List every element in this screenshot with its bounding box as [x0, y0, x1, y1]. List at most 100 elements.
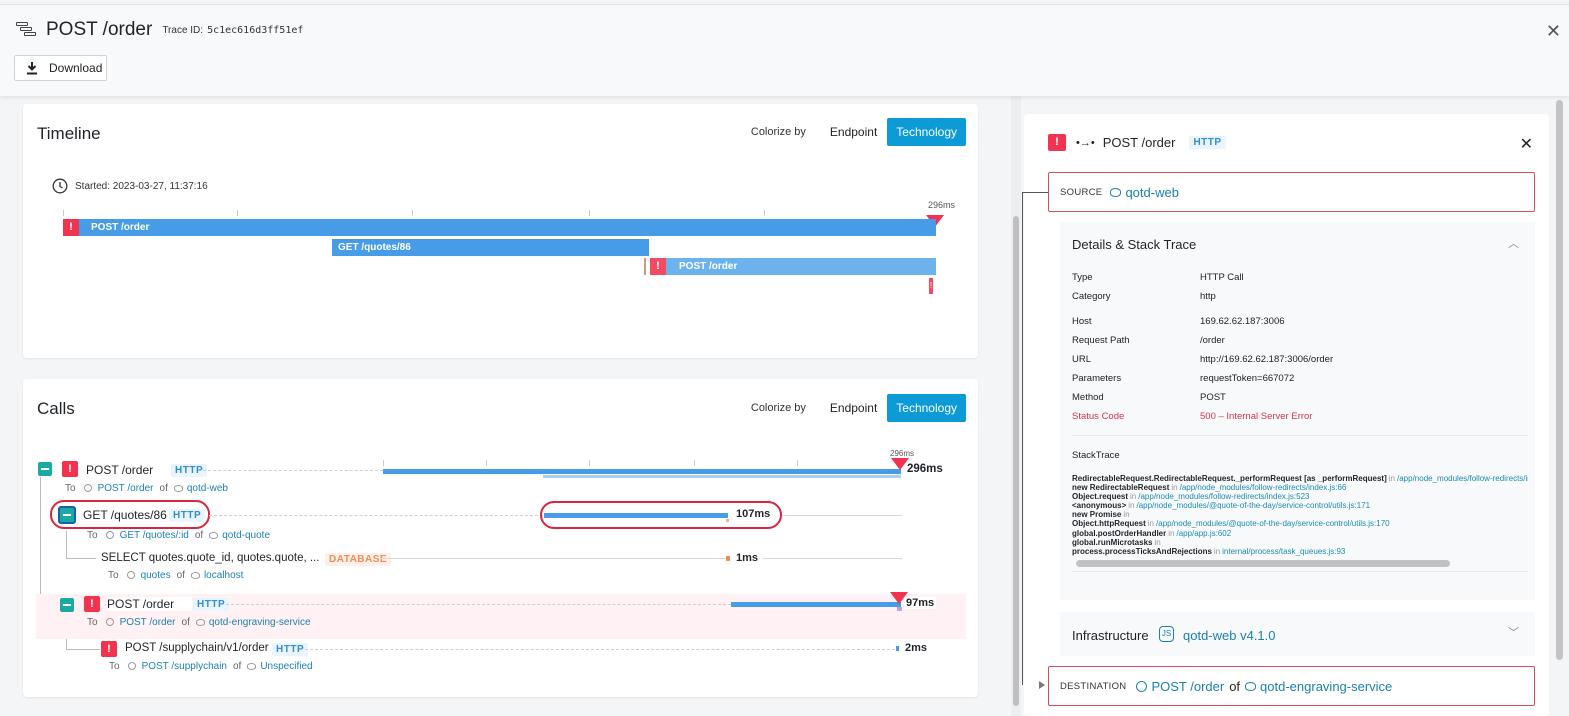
endpoint-link[interactable]: POST /order [120, 617, 176, 628]
stack-loc[interactable]: /app/node_modules/@quote-of-the-day/serv… [1136, 501, 1370, 510]
call-target: To GET /quotes/:id of qotd-quote [87, 530, 270, 541]
destination-box: DESTINATION POST /order of qotd-engravin… [1048, 666, 1535, 706]
call-row-selected[interactable]: ! POST /order HTTP 97ms To POST /order of q… [36, 592, 966, 639]
chevron-down-icon[interactable]: ﹀ [1508, 624, 1519, 640]
timeline-bar[interactable]: GET /quotes/86 [332, 239, 649, 256]
colorize-technology-button[interactable]: Technology [887, 394, 966, 422]
duration-bar [383, 469, 901, 474]
destination-endpoint-link[interactable]: POST /order [1151, 679, 1224, 694]
call-duration: 2ms [903, 642, 930, 654]
service-link[interactable]: qotd-engraving-service [209, 617, 311, 628]
stack-fn: RedirectableRequest.RedirectableRequest.… [1072, 474, 1387, 483]
page-title: POST /order [46, 19, 153, 40]
stack-in: in [1123, 510, 1130, 520]
field-key: Method [1072, 392, 1104, 403]
colorize-endpoint-button[interactable]: Endpoint [820, 394, 887, 422]
call-row[interactable]: GET /quotes/86 HTTP 107ms To GET /quotes/… [23, 500, 978, 543]
scrollbar-thumb[interactable] [1013, 216, 1019, 706]
tick [237, 210, 238, 216]
details-scrollbar[interactable] [1553, 96, 1565, 716]
to-label: To [87, 617, 98, 628]
endpoint-link[interactable]: quotes [141, 570, 171, 581]
of-label: of [232, 661, 242, 672]
stacktrace-title: StackTrace [1072, 450, 1120, 461]
timeline-bar-label: POST /order [679, 261, 738, 272]
call-duration: 296ms [905, 463, 945, 475]
error-icon: ! [63, 219, 79, 236]
started-time: Started: 2023-03-27, 11:37:16 [75, 180, 208, 192]
colorize-label: Colorize by [750, 126, 806, 138]
call-row[interactable]: ! POST /supplychain/v1/order HTTP 2ms To… [23, 640, 978, 680]
section-title[interactable]: Details & Stack Trace [1072, 237, 1196, 252]
source-label: SOURCE [1060, 186, 1103, 198]
infrastructure-section[interactable]: Infrastructure JS qotd-web v4.1.0 ﹀ [1060, 612, 1535, 656]
stack-loc[interactable]: /app/node_modules/@quote-of-the-day/serv… [1156, 519, 1390, 528]
endpoint-link[interactable]: POST /supplychain [142, 661, 227, 672]
infrastructure-value[interactable]: qotd-web v4.1.0 [1183, 628, 1276, 643]
connector-line [1022, 192, 1048, 193]
colorize-technology-button[interactable]: Technology [887, 118, 966, 146]
timeline-title: Timeline [37, 124, 101, 143]
tick [412, 210, 413, 216]
stack-frame: Object.httpRequest in/app/node_modules/@q… [1072, 519, 1528, 528]
endpoint-icon [105, 531, 114, 539]
stack-fn: global.runMicrotasks [1072, 537, 1153, 547]
service-icon [173, 485, 183, 492]
stack-loc[interactable]: /app/app.js:602 [1176, 529, 1231, 538]
stack-in: in [1171, 483, 1178, 493]
endpoint-icon [126, 571, 135, 579]
source-service-link[interactable]: qotd-web [1125, 185, 1178, 200]
stack-loc[interactable]: /app/node_modules/follow-redirects/index… [1397, 474, 1528, 483]
endpoint-icon [127, 662, 136, 670]
to-label: To [108, 570, 119, 581]
call-name: POST /supplychain/v1/order [125, 642, 269, 654]
field-value: requestToken=667072 [1200, 373, 1295, 384]
service-link[interactable]: localhost [204, 570, 243, 581]
endpoint-icon [1136, 680, 1148, 692]
service-link[interactable]: qotd-web [187, 483, 228, 494]
close-trace-button[interactable]: ✕ [1546, 21, 1561, 42]
call-duration: 107ms [734, 508, 773, 520]
row-guide [305, 649, 895, 650]
collapse-button[interactable] [38, 462, 52, 476]
trace-id: 5c1ec616d3ff51ef [207, 24, 304, 36]
row-guide [763, 558, 902, 559]
endpoint-link[interactable]: GET /quotes/:id [120, 530, 189, 541]
calls-colorize: Colorize by Endpoint Technology [751, 394, 966, 422]
service-link[interactable]: qotd-quote [222, 530, 270, 541]
stack-loc[interactable]: /app/node_modules/follow-redirects/index… [1180, 483, 1347, 492]
stack-loc[interactable]: /app/node_modules/follow-redirects/index… [1138, 492, 1309, 501]
status-code-key: Status Code [1072, 411, 1125, 422]
main-scrollbar[interactable] [1011, 96, 1021, 716]
stacktrace-hscrollbar[interactable] [1076, 560, 1450, 567]
timeline-bar[interactable]: ! POST /order [650, 258, 936, 275]
timeline-bar[interactable]: ! POST /order [63, 219, 936, 236]
timeline-bar-label: GET /quotes/86 [338, 242, 411, 253]
to-label: To [65, 483, 76, 494]
stack-loc[interactable]: internal/process/task_queues.js:93 [1222, 547, 1345, 556]
call-name: GET /quotes/86 [83, 508, 167, 522]
trace-id-label: Trace ID: [162, 24, 204, 36]
scrollbar-thumb[interactable] [1556, 100, 1563, 660]
service-link[interactable]: Unspecified [260, 661, 312, 672]
field-key: Type [1072, 272, 1093, 283]
call-row[interactable]: ! POST /order HTTP 296ms To POST /order of… [23, 457, 978, 497]
service-icon [209, 532, 219, 539]
collapse-button[interactable] [60, 598, 74, 612]
call-tag: HTTP [169, 509, 206, 522]
collapse-button[interactable] [58, 506, 76, 524]
destination-service-link[interactable]: qotd-engraving-service [1260, 679, 1392, 694]
duration-bar [731, 602, 901, 607]
stack-in: in [1130, 492, 1137, 502]
endpoint-link[interactable]: POST /order [98, 483, 154, 494]
download-button[interactable]: Download [14, 55, 107, 81]
chevron-up-icon[interactable]: ︿ [1508, 235, 1519, 251]
to-label: To [109, 661, 120, 672]
service-icon [1110, 187, 1122, 197]
endpoint-icon [83, 484, 92, 492]
duration-bar [544, 513, 728, 518]
field-value: HTTP Call [1200, 272, 1244, 283]
colorize-endpoint-button[interactable]: Endpoint [820, 118, 887, 146]
close-details-button[interactable]: ✕ [1520, 134, 1533, 154]
call-row[interactable]: SELECT quotes.quote_id, quotes.quote, ..… [23, 549, 978, 589]
